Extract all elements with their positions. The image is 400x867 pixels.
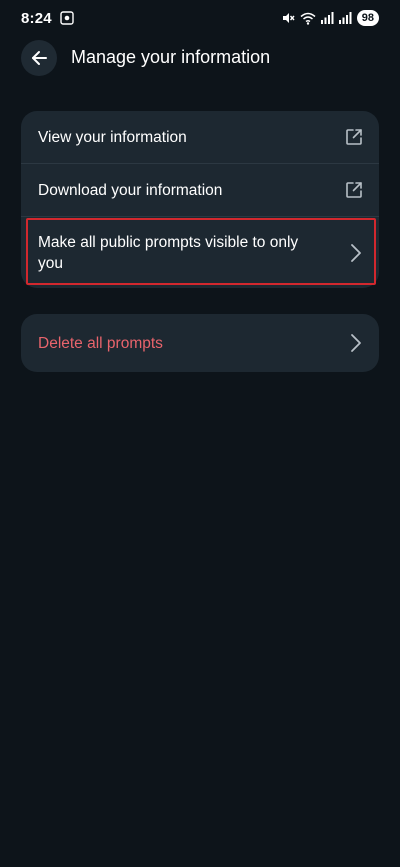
- external-link-icon: [345, 181, 363, 199]
- signal-icon-2: [338, 12, 352, 24]
- view-information-label: View your information: [38, 128, 187, 146]
- mute-icon: [281, 11, 295, 25]
- make-prompts-private-label: Make all public prompts visible to only …: [38, 233, 299, 272]
- status-left: 8:24: [21, 10, 74, 27]
- external-link-icon: [345, 128, 363, 146]
- header: Manage your information: [0, 40, 400, 80]
- delete-all-prompts-label: Delete all prompts: [38, 334, 163, 352]
- info-card: View your information Download your info…: [21, 111, 379, 288]
- signal-icon-1: [320, 12, 334, 24]
- back-button[interactable]: [21, 40, 57, 76]
- status-time: 8:24: [21, 9, 52, 27]
- arrow-left-icon: [30, 49, 48, 67]
- status-bar: 8:24 98: [0, 0, 400, 36]
- download-information-item[interactable]: Download your information: [21, 163, 379, 216]
- page-title: Manage your information: [71, 47, 271, 67]
- wifi-icon: [300, 12, 316, 25]
- delete-all-prompts-item[interactable]: Delete all prompts: [21, 314, 379, 372]
- chevron-right-icon: [349, 333, 363, 353]
- status-right: 98: [281, 10, 379, 26]
- delete-card: Delete all prompts: [21, 314, 379, 372]
- download-information-label: Download your information: [38, 181, 223, 199]
- chevron-right-icon: [349, 243, 363, 263]
- screen-record-icon: [60, 11, 74, 25]
- view-information-item[interactable]: View your information: [21, 111, 379, 163]
- make-prompts-private-item[interactable]: Make all public prompts visible to only …: [21, 216, 379, 288]
- battery-indicator: 98: [356, 10, 379, 26]
